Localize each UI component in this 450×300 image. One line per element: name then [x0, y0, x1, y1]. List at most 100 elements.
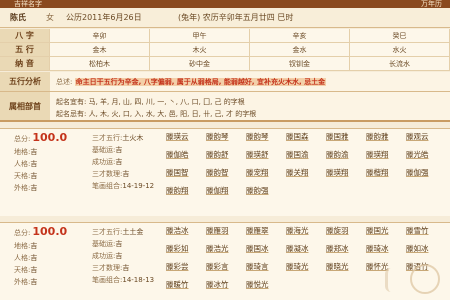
field-value: 吉 [30, 172, 38, 180]
sancai-field: 基础运:吉 [92, 239, 122, 249]
name-link[interactable]: 滕雁羽 [206, 225, 244, 236]
name-link[interactable]: 滕琦冰 [366, 243, 404, 254]
field-label: 基础运: [92, 146, 116, 154]
bazi-cell: 松柏木 [50, 57, 150, 71]
field-value: 吉 [115, 146, 123, 154]
field-label: 基础运: [92, 240, 116, 248]
bazi-row-label: 五 行 [0, 43, 50, 57]
summary-highlight: 命主日干五行为辛金, 八字偏弱, 属于从弱格局, 能弱越好, 宜补充火木水, 忌… [74, 78, 327, 86]
grid-field: 天格:吉 [14, 265, 37, 275]
bazi-cell: 辛亥 [250, 29, 350, 43]
grid-field: 人格:吉 [14, 253, 37, 263]
bazi-cell: 辛卯 [50, 29, 150, 43]
name-link[interactable]: 滕韵琴 [206, 131, 244, 142]
field-value: 吉 [122, 264, 130, 272]
total-score-label: 总分: [14, 229, 31, 237]
name-link[interactable]: 滕韵智 [206, 167, 244, 178]
sancai-field: 成功运:吉 [92, 157, 122, 167]
field-value: 吉 [30, 184, 38, 192]
summary-prefix: 总述: [56, 78, 73, 86]
surname-label: 陈氏 [10, 13, 26, 22]
field-value: 吉 [115, 240, 123, 248]
top-link[interactable]: 万年历 [421, 0, 442, 8]
field-label: 三才数理: [92, 170, 123, 178]
name-link[interactable]: 滕瑛舒 [246, 149, 284, 160]
name-link[interactable]: 滕观云 [406, 131, 444, 142]
name-link[interactable]: 滕琦言 [246, 261, 284, 272]
name-link[interactable]: 滕琦光 [286, 261, 324, 272]
sancai-field: 笔画组合:14-18-13 [92, 275, 154, 285]
name-card: 总分: 100.0 地格:吉 人格:吉 天格:吉 外格:吉 三才五行:土土金 基础运:吉 成功运… [0, 222, 450, 300]
name-link[interactable]: 滕彩言 [206, 261, 244, 272]
field-label: 成功运: [92, 158, 116, 166]
name-link[interactable]: 滕国智 [166, 167, 204, 178]
field-value: 吉 [122, 170, 130, 178]
name-link[interactable]: 滕国森 [286, 131, 324, 142]
top-bar: 吉祥名字 万年历 [0, 0, 450, 8]
field-label: 笔画组合: [92, 276, 123, 284]
total-score-label: 总分: [14, 135, 31, 143]
sancai-field: 基础运:吉 [92, 145, 122, 155]
name-link[interactable]: 滕伽皓 [166, 149, 204, 160]
field-label: 三才五行: [92, 228, 123, 236]
name-link[interactable]: 滕如冰 [406, 243, 444, 254]
name-link[interactable]: 滕瑛翔 [366, 149, 404, 160]
bazi-cell: 金水 [250, 43, 350, 57]
name-link[interactable]: 滕伽强 [406, 167, 444, 178]
name-link[interactable]: 滕彩如 [166, 243, 204, 254]
grid-field: 地格:吉 [14, 147, 37, 157]
name-link[interactable]: 滕韵渝 [326, 149, 364, 160]
birth-info-bar: 陈氏 女 公历2011年6月26日 (兔年) 农历辛卯年五月廿四 巳时 [0, 8, 450, 28]
name-link[interactable]: 滕韵舒 [206, 149, 244, 160]
field-value: 吉 [30, 254, 38, 262]
name-link[interactable]: 滕凝冰 [286, 243, 324, 254]
name-link[interactable]: 滕关翔 [286, 167, 324, 178]
name-link[interactable]: 滕韵翔 [166, 185, 204, 196]
field-value: 土土金 [122, 228, 144, 236]
bazi-row: 八 字辛卯 甲午 辛亥 癸巳 [0, 29, 450, 43]
card-score-panel: 总分: 100.0 地格:吉 人格:吉 天格:吉 外格:吉 [0, 129, 90, 216]
grid-field: 人格:吉 [14, 159, 37, 169]
name-link[interactable]: 滕晓光 [326, 261, 364, 272]
name-link[interactable]: 滕旋羽 [326, 225, 364, 236]
name-link[interactable]: 滕浩光 [206, 243, 244, 254]
name-link[interactable]: 滕宠翔 [246, 167, 284, 178]
name-link[interactable]: 滕韵琴 [246, 131, 284, 142]
name-link[interactable]: 滕悦光 [246, 279, 284, 290]
name-link[interactable]: 滕海光 [286, 225, 324, 236]
name-link[interactable]: 滕冰竹 [206, 279, 244, 290]
name-link[interactable]: 滕郑冰 [326, 243, 364, 254]
grid-field: 地格:吉 [14, 241, 37, 251]
field-label: 三才五行: [92, 134, 123, 142]
bazi-row-label: 纳 音 [0, 57, 50, 71]
total-score-value: 100.0 [32, 225, 68, 238]
name-link[interactable]: 滕楷翔 [366, 167, 404, 178]
name-link[interactable]: 滕雪竹 [406, 225, 444, 236]
bazi-cell: 钗钏金 [250, 57, 350, 71]
name-link[interactable]: 滕韵雅 [366, 131, 404, 142]
bushou-bad: 起名忌有: 人, 木, 火, 口, 入, 水, 大, 邑, 阳, 日, 卄, 己… [56, 110, 257, 118]
sancai-field: 笔画组合:14-19-12 [92, 181, 154, 191]
name-link[interactable]: 滕彩尝 [166, 261, 204, 272]
name-link[interactable]: 滕瑛云 [166, 131, 204, 142]
name-link[interactable]: 滕雁翠 [246, 225, 284, 236]
name-link[interactable]: 滕韵强 [246, 185, 284, 196]
grid-field: 外格:吉 [14, 183, 37, 193]
name-link[interactable]: 滕国雅 [326, 131, 364, 142]
name-link[interactable]: 滕浩冰 [166, 225, 204, 236]
bazi-cell: 砂中金 [150, 57, 250, 71]
sancai-field: 三才数理:吉 [92, 263, 129, 273]
name-link[interactable]: 滕伽翔 [206, 185, 244, 196]
solar-date: 公历2011年6月26日 [66, 13, 142, 22]
sancai-field: 成功运:吉 [92, 251, 122, 261]
bazi-cell: 甲午 [150, 29, 250, 43]
field-label: 外格: [14, 278, 31, 286]
name-link[interactable]: 滕国光 [366, 225, 404, 236]
name-link[interactable]: 滕暖竹 [166, 279, 204, 290]
field-value: 吉 [30, 160, 38, 168]
name-link[interactable]: 滕国渝 [286, 149, 324, 160]
field-label: 天格: [14, 266, 31, 274]
name-link[interactable]: 滕国冰 [246, 243, 284, 254]
name-link[interactable]: 滕瑛翔 [326, 167, 364, 178]
name-link[interactable]: 滕光皓 [406, 149, 444, 160]
